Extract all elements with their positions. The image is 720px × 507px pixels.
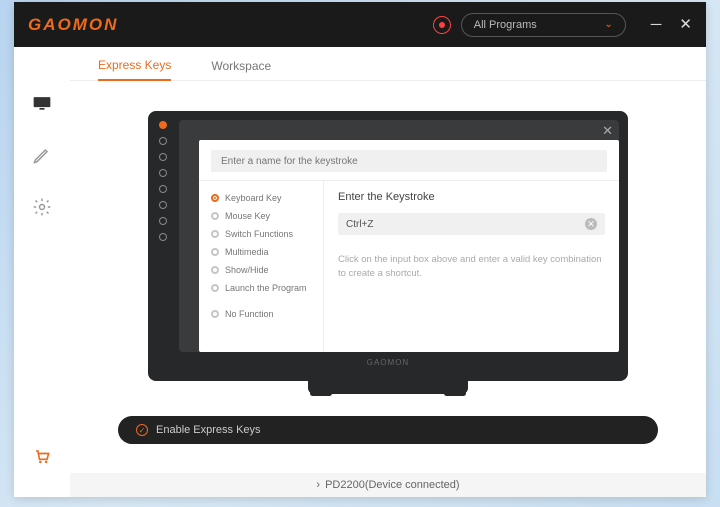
tab-workspace[interactable]: Workspace — [211, 59, 271, 80]
express-key-2[interactable] — [159, 137, 167, 145]
function-type-list: Keyboard Key Mouse Key Switch Functions … — [199, 181, 324, 352]
app-logo: GAOMON — [28, 15, 118, 35]
option-multimedia[interactable]: Multimedia — [199, 243, 323, 261]
sidebar — [14, 47, 70, 497]
status-bar[interactable]: › PD2200(Device connected) — [70, 473, 706, 497]
keystroke-name-input[interactable] — [211, 150, 607, 172]
sidebar-cart-icon[interactable] — [31, 445, 53, 467]
option-launch-program[interactable]: Launch the Program — [199, 279, 323, 297]
program-dropdown[interactable]: All Programs ⌄ — [461, 13, 626, 37]
enable-label: Enable Express Keys — [156, 424, 261, 436]
radio-icon — [211, 194, 219, 202]
express-key-3[interactable] — [159, 153, 167, 161]
express-key-7[interactable] — [159, 217, 167, 225]
sidebar-gear-icon[interactable] — [31, 196, 53, 218]
dropdown-label: All Programs — [474, 19, 537, 31]
express-key-4[interactable] — [159, 169, 167, 177]
express-key-6[interactable] — [159, 201, 167, 209]
keystroke-hint: Click on the input box above and enter a… — [338, 253, 605, 282]
content: ✕ Keyboard Key Mouse Key Switch Function… — [70, 81, 706, 473]
express-key-8[interactable] — [159, 233, 167, 241]
radio-icon — [211, 266, 219, 274]
minimize-button[interactable]: ─ — [651, 17, 662, 32]
keystroke-panel: ✕ Keyboard Key Mouse Key Switch Function… — [199, 140, 619, 352]
option-keyboard-key[interactable]: Keyboard Key — [199, 189, 323, 207]
tabs: Express Keys Workspace — [70, 47, 706, 81]
monitor-chin-brand: GAOMON — [157, 352, 619, 372]
close-icon[interactable]: ✕ — [602, 123, 613, 139]
radio-icon — [211, 248, 219, 256]
express-key-column — [159, 121, 167, 241]
monitor-stand — [308, 381, 468, 394]
option-mouse-key[interactable]: Mouse Key — [199, 207, 323, 225]
clear-icon[interactable]: ✕ — [585, 218, 597, 230]
sidebar-display-icon[interactable] — [31, 92, 53, 114]
keystroke-value: Ctrl+Z — [346, 219, 374, 230]
radio-icon — [211, 310, 219, 318]
keystroke-input[interactable]: Ctrl+Z ✕ — [338, 213, 605, 235]
check-icon — [136, 424, 148, 436]
sidebar-pen-icon[interactable] — [31, 144, 53, 166]
keystroke-config: Enter the Keystroke Ctrl+Z ✕ Click on th… — [324, 181, 619, 352]
radio-icon — [211, 212, 219, 220]
radio-icon — [211, 230, 219, 238]
target-icon[interactable] — [433, 16, 451, 34]
close-button[interactable]: ✕ — [679, 17, 692, 32]
radio-icon — [211, 284, 219, 292]
chevron-down-icon: ⌄ — [604, 19, 612, 30]
app-window: GAOMON All Programs ⌄ ─ ✕ — [14, 2, 706, 497]
option-show-hide[interactable]: Show/Hide — [199, 261, 323, 279]
titlebar: GAOMON All Programs ⌄ ─ ✕ — [14, 2, 706, 47]
tablet-monitor: ✕ Keyboard Key Mouse Key Switch Function… — [148, 111, 628, 381]
tab-express-keys[interactable]: Express Keys — [98, 58, 171, 81]
main-area: Express Keys Workspace — [70, 47, 706, 497]
monitor-screen: ✕ Keyboard Key Mouse Key Switch Function… — [179, 120, 619, 352]
express-key-5[interactable] — [159, 185, 167, 193]
express-key-1[interactable] — [159, 121, 167, 129]
option-switch-functions[interactable]: Switch Functions — [199, 225, 323, 243]
keystroke-title: Enter the Keystroke — [338, 191, 605, 203]
option-no-function[interactable]: No Function — [199, 305, 323, 323]
device-status: PD2200(Device connected) — [325, 479, 460, 491]
chevron-right-icon: › — [316, 479, 320, 491]
enable-express-keys-toggle[interactable]: Enable Express Keys — [118, 416, 658, 444]
